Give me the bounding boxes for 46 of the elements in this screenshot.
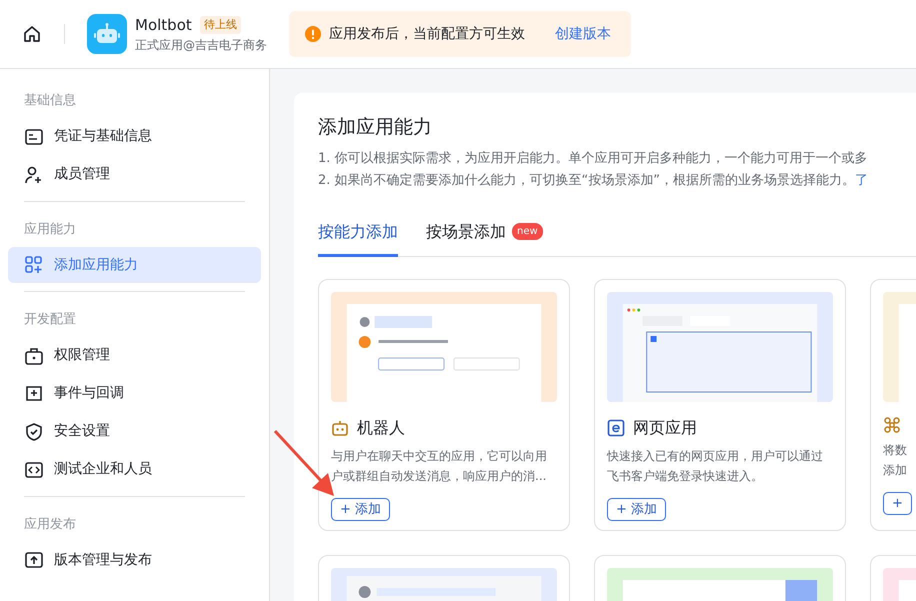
card-title: 机器人	[357, 416, 405, 438]
warning-icon	[305, 26, 321, 42]
lock-box-icon	[24, 346, 44, 366]
sidebar-item[interactable]: 成员管理	[8, 156, 261, 192]
sidebar-item[interactable]: 添加应用能力	[8, 247, 261, 283]
sidebar-item[interactable]: 事件与回调	[8, 376, 261, 412]
robot-icon	[94, 23, 120, 45]
upload-box-icon	[24, 550, 44, 570]
learn-more-link[interactable]: 了	[855, 172, 868, 188]
status-badge: 待上线	[200, 16, 241, 34]
sidebar-item[interactable]: 凭证与基础信息	[8, 118, 261, 154]
instruction-text: 2. 如果尚不确定需要添加什么能力，可切换至“按场景添加”，根据所需的业务场景选择能力。了	[318, 172, 870, 190]
shield-check-icon	[24, 422, 44, 442]
card-icon	[24, 126, 44, 146]
sidebar-item[interactable]: 版本管理与发布	[8, 542, 261, 578]
card-title: 网页应用	[633, 416, 697, 438]
section-heading: 应用能力	[23, 220, 77, 238]
card-description: 快速接入已有的网页应用，用户可以通过飞书客户端免登录快速进入。	[607, 448, 824, 484]
grid-add-icon	[24, 255, 44, 275]
code-icon	[24, 460, 44, 480]
add-button[interactable]: +	[883, 492, 912, 515]
app-name: Moltbot	[135, 14, 192, 36]
tab[interactable]: 按能力添加	[318, 214, 398, 256]
section-heading: 基础信息	[23, 92, 77, 110]
robot-icon	[331, 418, 349, 436]
section-heading: 应用发布	[23, 516, 77, 534]
command-icon	[883, 416, 901, 434]
sidebar-item[interactable]: 权限管理	[8, 338, 261, 374]
card-description: 将数添加	[883, 442, 908, 478]
sidebar-item[interactable]: 测试企业和人员	[8, 452, 261, 488]
page-title: 添加应用能力	[318, 115, 433, 140]
home-icon[interactable]	[22, 24, 42, 44]
app-subtitle: 正式应用@吉吉电子商务	[135, 37, 267, 54]
add-button[interactable]: + 添加	[331, 498, 390, 521]
notice-text: 应用发布后，当前配置方可生效	[329, 24, 525, 44]
add-button[interactable]: + 添加	[607, 498, 666, 521]
create-version-link[interactable]: 创建版本	[555, 24, 611, 44]
event-add-icon	[24, 384, 44, 404]
tab[interactable]: 按场景添加 new	[426, 214, 543, 256]
user-add-icon	[24, 164, 44, 184]
card-description: 与用户在聊天中交互的应用，它可以向用户或群组自动发送消息，响应用户的消...	[331, 448, 548, 484]
instruction-text: 1. 你可以根据实际需求，为应用开启能力。单个应用可开启多种能力，一个能力可用于一个或多	[318, 150, 869, 168]
new-badge: new	[512, 223, 543, 240]
sidebar-item[interactable]: 安全设置	[8, 414, 261, 450]
browser-e-icon	[607, 418, 625, 436]
section-heading: 开发配置	[23, 311, 77, 329]
